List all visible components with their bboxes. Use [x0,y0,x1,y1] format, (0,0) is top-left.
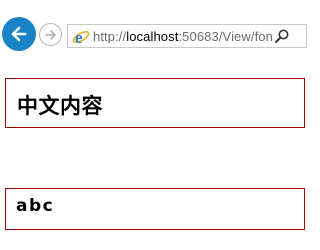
back-button[interactable] [2,17,36,51]
address-bar[interactable]: e http://localhost:50683/View/fon [67,24,307,48]
svg-text:e: e [75,28,83,46]
url-host: localhost [126,29,179,44]
ie-logo-icon: e [72,28,90,46]
abc-content-box: abc [5,188,305,230]
back-arrow-icon [11,26,27,42]
url-prefix: http:// [93,29,127,44]
browser-toolbar: e http://localhost:50683/View/fon [0,0,307,60]
url-rest: :50683/View/fon [178,29,273,44]
search-icon[interactable] [274,28,290,44]
abc-text: abc [16,196,55,216]
chinese-content-box: 中文内容 [5,78,305,128]
forward-arrow-icon [44,29,56,40]
chinese-text: 中文内容 [17,93,103,118]
forward-button[interactable] [39,23,62,46]
url-text: http://localhost:50683/View/fon [93,29,273,44]
